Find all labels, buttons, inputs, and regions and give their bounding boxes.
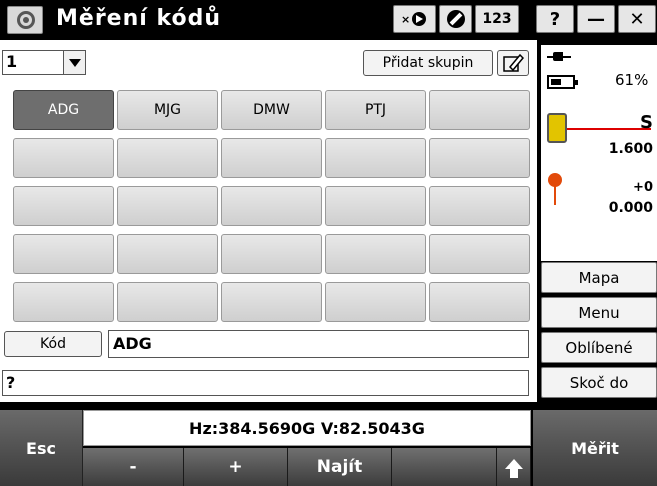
window-controls: ? — ✕ [536, 5, 656, 33]
angle-readout: Hz:384.5690G V:82.5043G [83, 410, 531, 446]
toolbar-group: × 123 [393, 5, 519, 33]
code-button[interactable] [221, 138, 322, 178]
code-button[interactable] [325, 234, 426, 274]
status-panel[interactable]: 61% S 1.600 +0 0.000 [541, 45, 657, 261]
code-grid: ADG MJG DMW PTJ [13, 90, 530, 322]
code-button[interactable]: MJG [117, 90, 218, 130]
main-pane: 1 Přidat skupin ADG MJG DMW PTJ Kód ADG … [0, 40, 537, 402]
empty-softkey[interactable] [392, 448, 497, 486]
code-button[interactable] [429, 234, 530, 274]
svg-text:×: × [401, 13, 410, 26]
group-select[interactable]: 1 [2, 50, 86, 75]
measure-button[interactable]: Měřit [533, 410, 657, 486]
code-button[interactable] [325, 282, 426, 322]
code-button[interactable] [221, 234, 322, 274]
instrument-icon [547, 113, 567, 143]
target-height: 0.000 [608, 200, 653, 216]
shift-arrow-icon[interactable] [497, 448, 531, 486]
minus-button[interactable]: - [83, 448, 184, 486]
favorites-button[interactable]: Oblíbené [541, 332, 657, 363]
code-label-button[interactable]: Kód [4, 331, 102, 357]
code-button[interactable] [429, 90, 530, 130]
code-button[interactable] [117, 138, 218, 178]
esc-button[interactable]: Esc [0, 410, 83, 486]
target-icon [548, 173, 562, 205]
power-plug-icon [547, 51, 571, 63]
target-offset: +0 [633, 180, 653, 195]
instrument-line [567, 128, 651, 130]
group-select-value: 1 [6, 52, 18, 71]
map-button[interactable]: Mapa [541, 262, 657, 293]
code-button[interactable] [429, 282, 530, 322]
add-group-button[interactable]: Přidat skupin [363, 50, 493, 76]
window-title: Měření kódů [56, 6, 222, 31]
chevron-down-icon[interactable] [63, 51, 85, 74]
code-button[interactable] [221, 282, 322, 322]
help-button[interactable]: ? [536, 5, 574, 33]
instrument-height: 1.600 [608, 141, 653, 157]
app-logo-icon[interactable] [7, 6, 43, 34]
close-button[interactable]: ✕ [618, 5, 656, 33]
numeric-input-button[interactable]: 123 [475, 5, 519, 33]
code-button[interactable] [221, 186, 322, 226]
code-input[interactable]: ADG [108, 330, 529, 358]
minimize-button[interactable]: — [577, 5, 615, 33]
code-button[interactable]: ADG [13, 90, 114, 130]
side-panel: 61% S 1.600 +0 0.000 Mapa Menu Oblíbené … [538, 40, 657, 402]
title-bar: Měření kódů × 123 ? — ✕ [0, 0, 657, 40]
softkey-bar: - + Najít [83, 448, 531, 486]
menu-button[interactable]: Menu [541, 297, 657, 328]
code-button[interactable]: DMW [221, 90, 322, 130]
edit-icon[interactable] [497, 50, 529, 76]
find-button[interactable]: Najít [288, 448, 392, 486]
code-button[interactable] [117, 234, 218, 274]
code-button[interactable] [13, 138, 114, 178]
code-button[interactable] [325, 138, 426, 178]
bottom-bar: Esc Hz:384.5690G V:82.5043G - + Najít Mě… [0, 402, 657, 486]
code-button[interactable] [117, 282, 218, 322]
code-button[interactable] [429, 138, 530, 178]
jump-to-button[interactable]: Skoč do [541, 367, 657, 398]
code-button[interactable] [429, 186, 530, 226]
plus-button[interactable]: + [184, 448, 288, 486]
code-button[interactable] [325, 186, 426, 226]
code-button[interactable]: PTJ [325, 90, 426, 130]
disable-icon[interactable] [439, 5, 472, 33]
battery-icon [547, 75, 578, 89]
description-input[interactable]: ? [2, 370, 529, 396]
code-button[interactable] [117, 186, 218, 226]
instrument-mode: S [640, 112, 653, 133]
laser-off-icon[interactable]: × [393, 5, 436, 33]
code-button[interactable] [13, 282, 114, 322]
code-button[interactable] [13, 186, 114, 226]
code-button[interactable] [13, 234, 114, 274]
battery-percent: 61% [615, 71, 649, 89]
